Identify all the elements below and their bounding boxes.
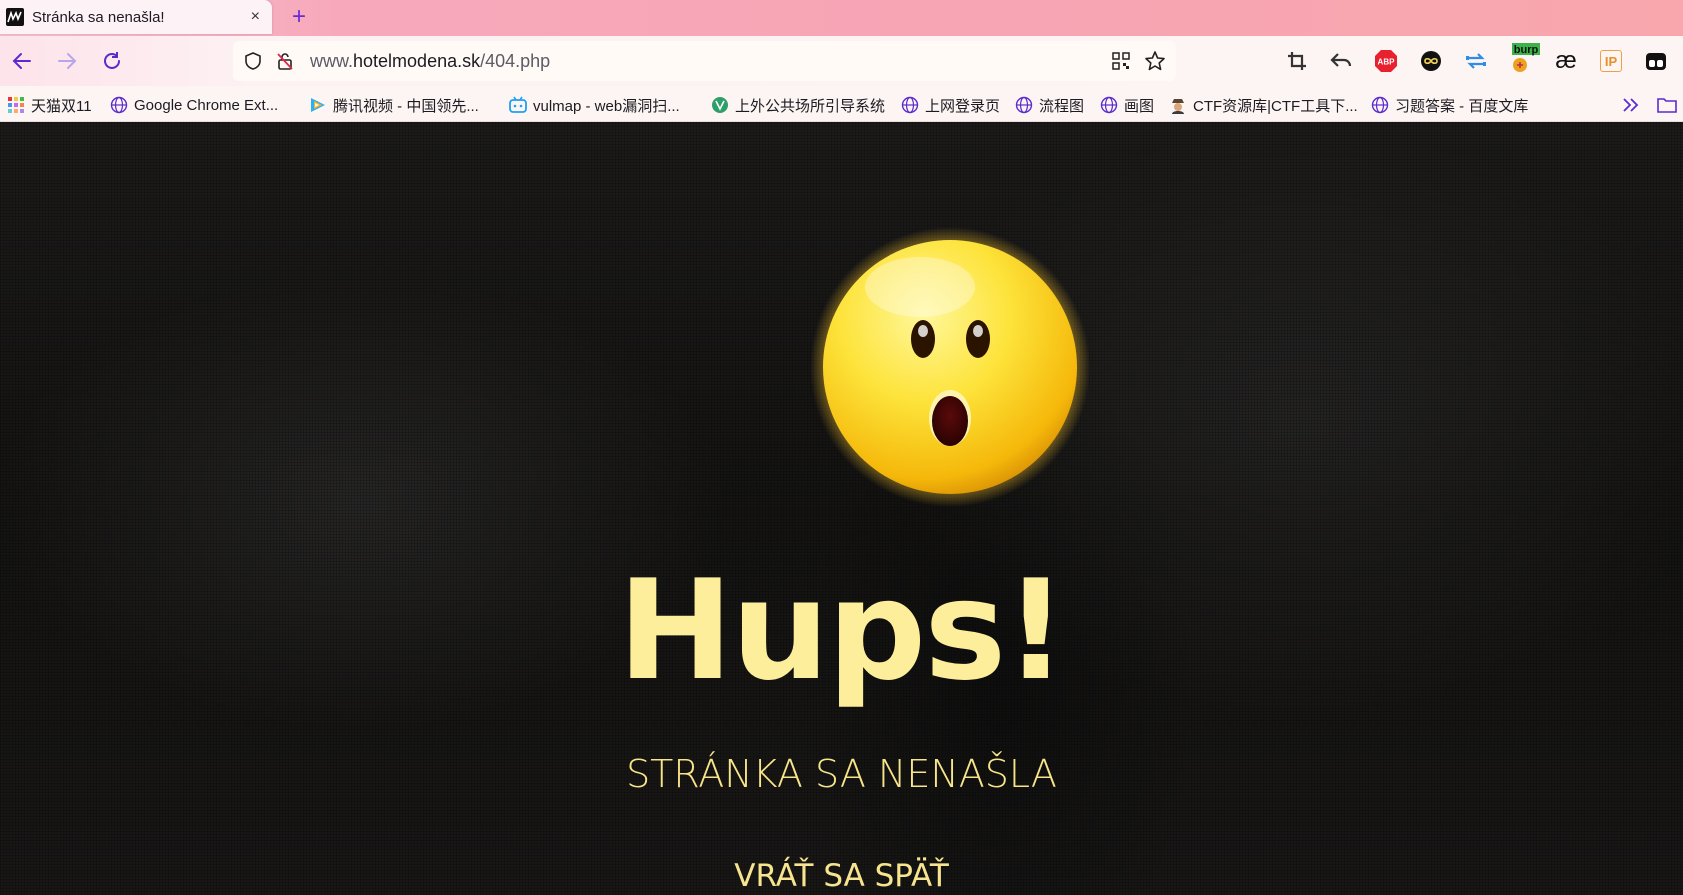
bookmark-item[interactable]: 腾讯视频 - 中国领先... xyxy=(309,94,479,116)
navigation-toolbar: www.hotelmodena.sk/404.php ABP burp æ IP xyxy=(0,36,1683,86)
burp-label: burp xyxy=(1514,44,1539,56)
url-text[interactable]: www.hotelmodena.sk/404.php xyxy=(310,51,550,72)
globe-icon xyxy=(1015,96,1033,114)
reload-button[interactable] xyxy=(97,46,127,76)
bookmark-item[interactable]: CTF资源库|CTF工具下... xyxy=(1169,94,1358,116)
tab-title: Stránka sa nenašla! xyxy=(32,8,165,26)
crop-icon[interactable] xyxy=(1283,47,1311,75)
back-button[interactable] xyxy=(7,46,37,76)
globe-icon xyxy=(1371,96,1389,114)
page-headline: Hups! xyxy=(617,550,1068,711)
spy-icon xyxy=(1169,96,1187,114)
tab-close-icon[interactable]: × xyxy=(251,8,260,26)
globe-icon xyxy=(110,96,128,114)
bookmark-label: CTF资源库|CTF工具下... xyxy=(1193,97,1358,115)
shield-icon[interactable] xyxy=(243,51,263,71)
qr-code-icon[interactable] xyxy=(1111,51,1131,71)
tab-active[interactable]: Stránka sa nenašla! × xyxy=(0,0,272,34)
tencent-video-icon xyxy=(309,96,327,114)
forward-button[interactable] xyxy=(52,46,82,76)
tab-strip: Stránka sa nenašla! × + xyxy=(0,0,1683,36)
vue-icon xyxy=(711,96,729,114)
bookmark-label: 画图 xyxy=(1124,97,1155,115)
burp-suite-icon[interactable]: burp xyxy=(1508,42,1542,76)
bookmark-label: 腾讯视频 - 中国领先... xyxy=(333,97,479,115)
extension-menu-icon[interactable] xyxy=(1642,47,1670,75)
ip-extension-icon[interactable]: IP xyxy=(1597,47,1625,75)
sync-arrows-icon[interactable] xyxy=(1462,47,1490,75)
globe-icon xyxy=(1100,96,1118,114)
bookmark-item[interactable]: 流程图 xyxy=(1015,94,1084,116)
bookmark-item[interactable]: vulmap - web漏洞扫... xyxy=(509,94,680,116)
globe-icon xyxy=(901,96,919,114)
go-back-link[interactable]: VRÁŤ SA SPÄŤ xyxy=(0,858,1683,894)
site-favicon-icon xyxy=(6,8,24,26)
ae-extension-icon[interactable]: æ xyxy=(1552,47,1580,75)
arrow-right-icon xyxy=(58,53,77,69)
bookmark-label: 天猫双11 xyxy=(31,97,92,115)
adblock-plus-icon[interactable]: ABP xyxy=(1372,47,1400,75)
bookmark-item[interactable]: 习题答案 - 百度文库 xyxy=(1371,94,1528,116)
url-prefix: www. xyxy=(310,51,354,71)
other-bookmarks-folder-icon[interactable] xyxy=(1656,94,1678,116)
bookmark-label: Google Chrome Ext... xyxy=(134,96,279,114)
insecure-lock-icon[interactable] xyxy=(275,51,295,71)
bookmark-star-icon[interactable] xyxy=(1144,50,1166,72)
bookmark-label: 流程图 xyxy=(1039,97,1085,115)
surprised-face-icon xyxy=(810,227,1090,507)
adblock-label: ABP xyxy=(1378,58,1396,67)
address-bar[interactable]: www.hotelmodena.sk/404.php xyxy=(233,41,1176,81)
bookmark-item[interactable]: 上外公共场所引导系统 xyxy=(711,94,885,116)
bookmark-item[interactable]: 天猫双11 xyxy=(7,94,92,116)
bookmark-item[interactable]: Google Chrome Ext... xyxy=(110,94,278,116)
ip-label: IP xyxy=(1600,50,1622,72)
bookmarks-overflow-chevron-icon[interactable] xyxy=(1621,94,1641,116)
bookmark-label: 上外公共场所引导系统 xyxy=(735,97,886,115)
bookmark-item[interactable]: 画图 xyxy=(1100,94,1154,116)
bookmark-item[interactable]: 上网登录页 xyxy=(901,94,1000,116)
bookmarks-toolbar: 天猫双11 Google Chrome Ext... 腾讯视频 - 中国领先..… xyxy=(0,86,1683,122)
infinity-extension-icon[interactable] xyxy=(1417,47,1445,75)
url-host: hotelmodena.sk xyxy=(353,51,481,71)
bookmark-label: 习题答案 - 百度文库 xyxy=(1395,97,1529,115)
arrow-left-icon xyxy=(12,53,31,69)
bookmark-label: vulmap - web漏洞扫... xyxy=(533,97,680,115)
new-tab-button[interactable]: + xyxy=(285,0,313,34)
page-subtitle: STRÁNKA SA NENAŠLA xyxy=(626,752,1057,796)
page-content: Hups! STRÁNKA SA NENAŠLA VRÁŤ SA SPÄŤ xyxy=(0,122,1683,895)
bookmark-label: 上网登录页 xyxy=(925,97,1001,115)
reload-icon xyxy=(104,52,120,69)
tmall-icon xyxy=(7,96,25,114)
bilibili-icon xyxy=(509,96,527,114)
url-path: /404.php xyxy=(480,51,551,71)
undo-icon[interactable] xyxy=(1327,47,1355,75)
